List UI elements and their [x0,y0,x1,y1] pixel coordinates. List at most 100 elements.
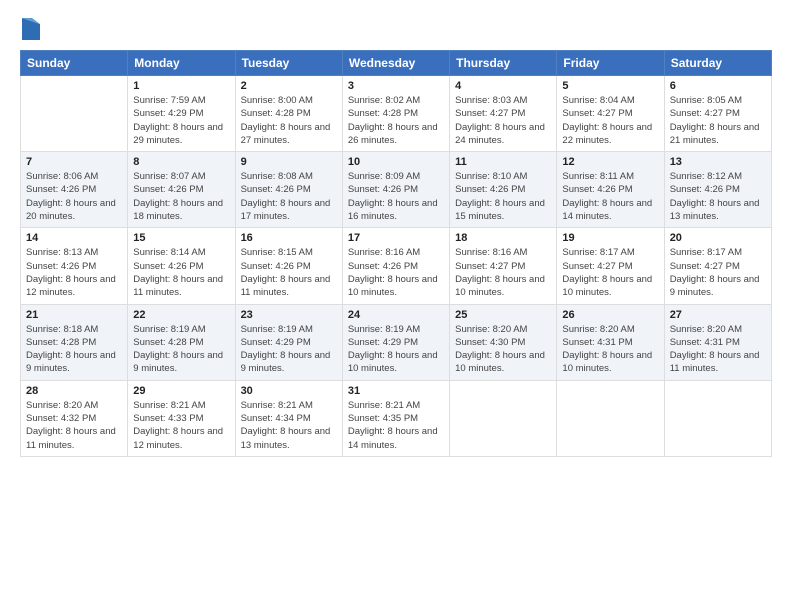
day-info: Sunrise: 8:05 AMSunset: 4:27 PMDaylight:… [670,94,766,147]
day-number: 23 [241,309,337,321]
day-info: Sunrise: 7:59 AMSunset: 4:29 PMDaylight:… [133,94,229,147]
day-number: 5 [562,80,658,92]
day-number: 8 [133,156,229,168]
day-info: Sunrise: 8:18 AMSunset: 4:28 PMDaylight:… [26,323,122,376]
calendar-cell: 10 Sunrise: 8:09 AMSunset: 4:26 PMDayligh… [342,152,449,228]
day-number: 17 [348,232,444,244]
day-info: Sunrise: 8:09 AMSunset: 4:26 PMDaylight:… [348,170,444,223]
calendar-cell: 27 Sunrise: 8:20 AMSunset: 4:31 PMDayligh… [664,304,771,380]
day-info: Sunrise: 8:19 AMSunset: 4:29 PMDaylight:… [348,323,444,376]
logo [20,18,40,40]
calendar-cell: 6 Sunrise: 8:05 AMSunset: 4:27 PMDaylight… [664,76,771,152]
day-number: 16 [241,232,337,244]
weekday-header-tuesday: Tuesday [235,51,342,76]
day-info: Sunrise: 8:20 AMSunset: 4:31 PMDaylight:… [562,323,658,376]
day-number: 10 [348,156,444,168]
day-number: 28 [26,385,122,397]
calendar-cell: 30 Sunrise: 8:21 AMSunset: 4:34 PMDayligh… [235,380,342,456]
day-number: 11 [455,156,551,168]
day-number: 6 [670,80,766,92]
day-info: Sunrise: 8:16 AMSunset: 4:27 PMDaylight:… [455,246,551,299]
day-number: 7 [26,156,122,168]
logo-icon [22,18,40,40]
day-number: 29 [133,385,229,397]
day-number: 2 [241,80,337,92]
day-info: Sunrise: 8:17 AMSunset: 4:27 PMDaylight:… [670,246,766,299]
day-number: 18 [455,232,551,244]
day-number: 27 [670,309,766,321]
calendar-cell: 18 Sunrise: 8:16 AMSunset: 4:27 PMDayligh… [450,228,557,304]
calendar-cell [21,76,128,152]
calendar-cell: 24 Sunrise: 8:19 AMSunset: 4:29 PMDayligh… [342,304,449,380]
calendar-cell: 29 Sunrise: 8:21 AMSunset: 4:33 PMDayligh… [128,380,235,456]
day-info: Sunrise: 8:10 AMSunset: 4:26 PMDaylight:… [455,170,551,223]
day-info: Sunrise: 8:19 AMSunset: 4:28 PMDaylight:… [133,323,229,376]
day-info: Sunrise: 8:15 AMSunset: 4:26 PMDaylight:… [241,246,337,299]
day-info: Sunrise: 8:14 AMSunset: 4:26 PMDaylight:… [133,246,229,299]
day-info: Sunrise: 8:04 AMSunset: 4:27 PMDaylight:… [562,94,658,147]
day-number: 4 [455,80,551,92]
day-info: Sunrise: 8:08 AMSunset: 4:26 PMDaylight:… [241,170,337,223]
day-number: 14 [26,232,122,244]
calendar-cell: 31Sunrise: 8:21 AMSunset: 4:35 PMDayligh… [342,380,449,456]
day-number: 22 [133,309,229,321]
day-number: 13 [670,156,766,168]
day-number: 21 [26,309,122,321]
calendar-cell [557,380,664,456]
day-number: 3 [348,80,444,92]
calendar-cell [450,380,557,456]
calendar-cell: 4 Sunrise: 8:03 AMSunset: 4:27 PMDaylight… [450,76,557,152]
day-number: 19 [562,232,658,244]
day-number: 9 [241,156,337,168]
calendar-cell: 20 Sunrise: 8:17 AMSunset: 4:27 PMDayligh… [664,228,771,304]
day-number: 26 [562,309,658,321]
day-number: 15 [133,232,229,244]
day-info: Sunrise: 8:13 AMSunset: 4:26 PMDaylight:… [26,246,122,299]
day-info: Sunrise: 8:02 AMSunset: 4:28 PMDaylight:… [348,94,444,147]
calendar-cell [664,380,771,456]
day-info: Sunrise: 8:19 AMSunset: 4:29 PMDaylight:… [241,323,337,376]
weekday-header-monday: Monday [128,51,235,76]
day-info: Sunrise: 8:12 AMSunset: 4:26 PMDaylight:… [670,170,766,223]
day-info: Sunrise: 8:21 AMSunset: 4:34 PMDaylight:… [241,399,337,452]
day-number: 25 [455,309,551,321]
calendar-cell: 17 Sunrise: 8:16 AMSunset: 4:26 PMDayligh… [342,228,449,304]
day-info: Sunrise: 8:17 AMSunset: 4:27 PMDaylight:… [562,246,658,299]
day-info: Sunrise: 8:03 AMSunset: 4:27 PMDaylight:… [455,94,551,147]
calendar-cell: 28 Sunrise: 8:20 AMSunset: 4:32 PMDayligh… [21,380,128,456]
calendar-cell: 5 Sunrise: 8:04 AMSunset: 4:27 PMDaylight… [557,76,664,152]
calendar-cell: 19 Sunrise: 8:17 AMSunset: 4:27 PMDayligh… [557,228,664,304]
calendar-cell: 1 Sunrise: 7:59 AMSunset: 4:29 PMDaylight… [128,76,235,152]
calendar-table: SundayMondayTuesdayWednesdayThursdayFrid… [20,50,772,457]
day-number: 20 [670,232,766,244]
calendar-cell: 3 Sunrise: 8:02 AMSunset: 4:28 PMDaylight… [342,76,449,152]
day-number: 31 [348,385,444,397]
day-number: 1 [133,80,229,92]
weekday-header-sunday: Sunday [21,51,128,76]
day-number: 12 [562,156,658,168]
weekday-header-wednesday: Wednesday [342,51,449,76]
calendar-cell: 11 Sunrise: 8:10 AMSunset: 4:26 PMDayligh… [450,152,557,228]
calendar-cell: 22 Sunrise: 8:19 AMSunset: 4:28 PMDayligh… [128,304,235,380]
calendar-cell: 2Sunrise: 8:00 AMSunset: 4:28 PMDaylight… [235,76,342,152]
calendar-cell: 21 Sunrise: 8:18 AMSunset: 4:28 PMDayligh… [21,304,128,380]
calendar-cell: 13 Sunrise: 8:12 AMSunset: 4:26 PMDayligh… [664,152,771,228]
page: SundayMondayTuesdayWednesdayThursdayFrid… [0,0,792,612]
day-info: Sunrise: 8:20 AMSunset: 4:32 PMDaylight:… [26,399,122,452]
day-number: 30 [241,385,337,397]
calendar-cell: 8 Sunrise: 8:07 AMSunset: 4:26 PMDaylight… [128,152,235,228]
day-info: Sunrise: 8:20 AMSunset: 4:31 PMDaylight:… [670,323,766,376]
day-info: Sunrise: 8:20 AMSunset: 4:30 PMDaylight:… [455,323,551,376]
weekday-header-friday: Friday [557,51,664,76]
day-info: Sunrise: 8:21 AMSunset: 4:33 PMDaylight:… [133,399,229,452]
weekday-header-saturday: Saturday [664,51,771,76]
calendar-cell: 12 Sunrise: 8:11 AMSunset: 4:26 PMDayligh… [557,152,664,228]
calendar-cell: 15 Sunrise: 8:14 AMSunset: 4:26 PMDayligh… [128,228,235,304]
calendar-cell: 25 Sunrise: 8:20 AMSunset: 4:30 PMDayligh… [450,304,557,380]
day-info: Sunrise: 8:07 AMSunset: 4:26 PMDaylight:… [133,170,229,223]
day-info: Sunrise: 8:11 AMSunset: 4:26 PMDaylight:… [562,170,658,223]
calendar-cell: 23 Sunrise: 8:19 AMSunset: 4:29 PMDayligh… [235,304,342,380]
day-number: 24 [348,309,444,321]
day-info: Sunrise: 8:16 AMSunset: 4:26 PMDaylight:… [348,246,444,299]
calendar-cell: 7Sunrise: 8:06 AMSunset: 4:26 PMDaylight… [21,152,128,228]
